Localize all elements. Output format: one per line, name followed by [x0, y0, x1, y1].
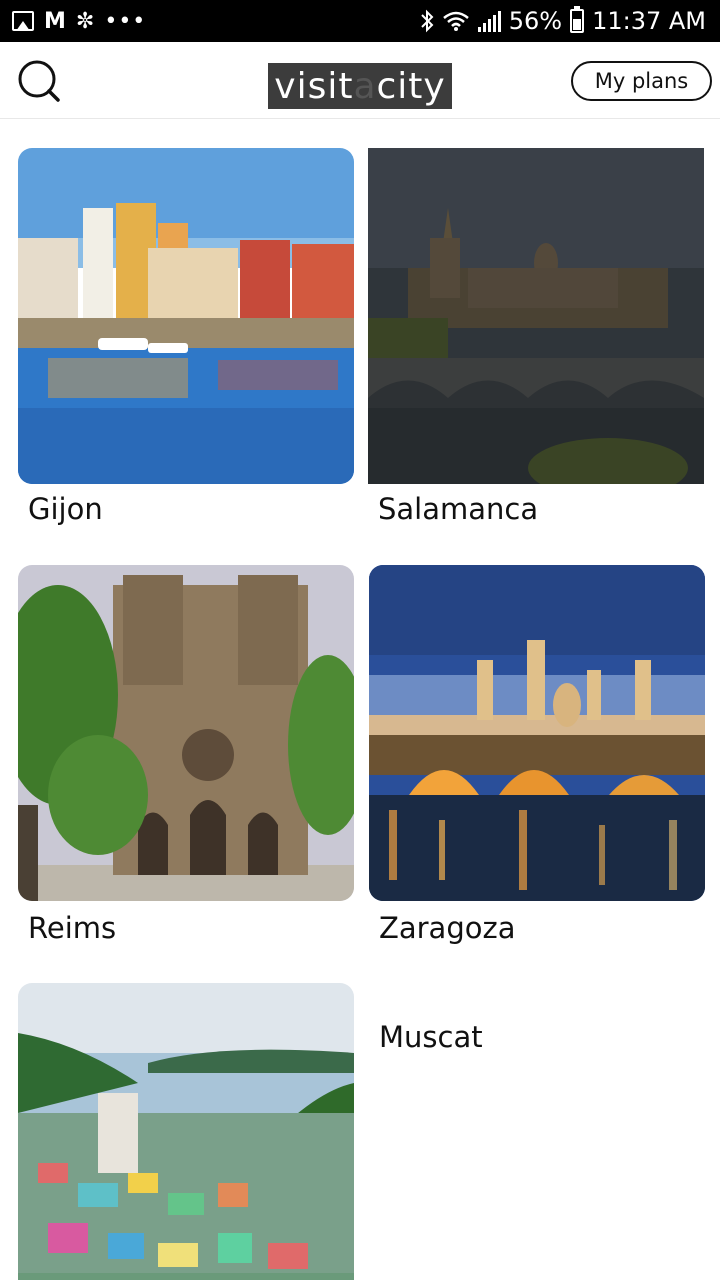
city-name: Salamanca	[378, 492, 539, 526]
harbor-photo	[18, 148, 354, 484]
status-bar: M ✼ ••• 56% 11:37 AM	[0, 0, 720, 42]
more-notifications-icon: •••	[104, 8, 147, 34]
city-name: Zaragoza	[379, 911, 516, 945]
gallery-icon	[12, 11, 34, 31]
wifi-icon	[442, 11, 469, 31]
city-name: Reims	[28, 911, 117, 945]
bluetooth-icon	[421, 9, 434, 33]
battery-percent: 56%	[508, 7, 563, 35]
city-name: Gijon	[28, 492, 103, 526]
my-plans-button[interactable]: My plans	[571, 61, 712, 101]
fan-icon: ✼	[75, 8, 95, 33]
app-header: visitacity My plans	[0, 42, 720, 119]
clock: 11:37 AM	[592, 7, 706, 35]
city-image[interactable]	[18, 148, 354, 484]
cathedral-photo	[18, 565, 354, 901]
battery-icon	[570, 6, 585, 33]
city-image[interactable]	[368, 148, 704, 484]
logo-text: visitacity	[274, 65, 446, 107]
search-button[interactable]	[14, 56, 64, 106]
cathedral-bridge-photo	[368, 148, 704, 484]
status-bar-left: M ✼ •••	[12, 8, 146, 34]
status-bar-right: 56% 11:37 AM	[420, 6, 706, 36]
basilica-bridge-photo	[369, 565, 705, 901]
gmail-icon: M	[44, 8, 66, 34]
city-image[interactable]	[18, 565, 354, 901]
city-image[interactable]	[369, 565, 705, 901]
app-logo: visitacity	[268, 63, 452, 109]
search-icon	[18, 60, 60, 102]
signal-icon	[477, 10, 501, 32]
city-image[interactable]	[18, 983, 354, 1280]
city-card-muscat-image[interactable]	[18, 983, 354, 1280]
city-name-muscat[interactable]: Muscat	[379, 1020, 483, 1054]
hillside-town-photo	[18, 983, 354, 1280]
